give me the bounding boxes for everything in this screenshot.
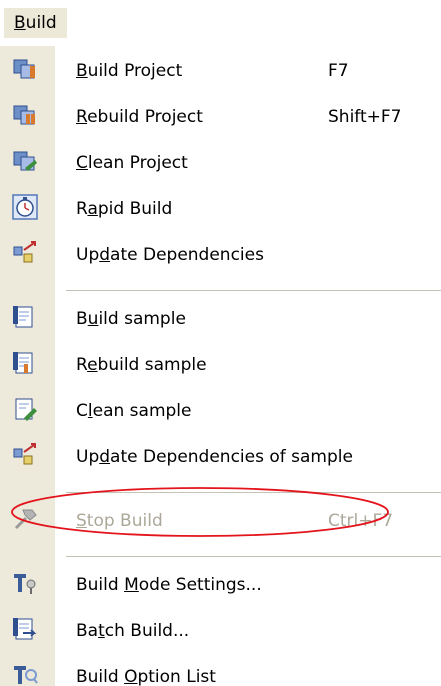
menu-item-rapid-build[interactable]: Rapid Build: [0, 186, 441, 232]
menu-item-label: Rebuild Project: [76, 107, 203, 127]
menu-item-shortcut: F7: [328, 61, 349, 81]
update-dependencies-sample-icon: [13, 443, 36, 465]
menu-item-rebuild-project[interactable]: Rebuild Project Shift+F7: [0, 94, 441, 140]
menu-item-label: Clean sample: [76, 401, 192, 421]
menu-item-build-sample[interactable]: Build sample: [0, 296, 441, 342]
build-sample-icon: [13, 306, 33, 328]
menu-item-label: Build Project: [76, 61, 183, 81]
clean-project-icon: [13, 151, 37, 171]
rapid-build-icon: [12, 194, 38, 220]
menu-item-label: Rebuild sample: [76, 355, 207, 375]
menu-item-clean-project[interactable]: Clean Project: [0, 140, 441, 186]
build-project-icon: [13, 59, 35, 79]
build-menu-dropdown: Build Project F7 Rebuild Project Shift+F…: [0, 46, 441, 686]
highlight-ellipse: [11, 487, 389, 537]
build-option-list-icon: [14, 666, 38, 684]
menu-item-label: Update Dependencies of sample: [76, 447, 353, 467]
menu-item-update-dependencies-of-sample[interactable]: Update Dependencies of sample: [0, 434, 441, 480]
menu-item-shortcut: Shift+F7: [328, 107, 402, 127]
menu-separator: [66, 290, 441, 291]
rebuild-sample-icon: [13, 352, 33, 374]
menu-item-update-dependencies[interactable]: Update Dependencies: [0, 232, 441, 278]
batch-build-icon: [13, 618, 37, 640]
menu-bar: Build: [0, 0, 441, 46]
clean-sample-icon: [15, 398, 37, 421]
update-dependencies-icon: [13, 241, 36, 263]
menu-item-build-mode-settings[interactable]: Build Mode Settings...: [0, 562, 441, 608]
menu-item-label: Build sample: [76, 309, 186, 329]
menu-item-label: Rapid Build: [76, 199, 173, 219]
menu-item-label: Build Option List: [76, 667, 216, 686]
menu-item-label: Update Dependencies: [76, 245, 264, 265]
menu-item-build-option-list[interactable]: Build Option List: [0, 654, 441, 686]
menu-item-clean-sample[interactable]: Clean sample: [0, 388, 441, 434]
build-menu-title-accelerator: B: [14, 13, 26, 33]
build-mode-settings-icon: [14, 574, 36, 594]
menu-item-build-project[interactable]: Build Project F7: [0, 48, 441, 94]
menu-item-label: Batch Build...: [76, 621, 190, 641]
rebuild-project-icon: [13, 105, 35, 125]
menu-separator: [66, 556, 441, 557]
menu-item-label: Build Mode Settings...: [76, 575, 262, 595]
menu-item-rebuild-sample[interactable]: Rebuild sample: [0, 342, 441, 388]
build-menu-title[interactable]: Build: [4, 8, 67, 38]
build-menu-title-post: uild: [25, 13, 57, 33]
menu-item-label: Clean Project: [76, 153, 188, 173]
menu-item-batch-build[interactable]: Batch Build...: [0, 608, 441, 654]
